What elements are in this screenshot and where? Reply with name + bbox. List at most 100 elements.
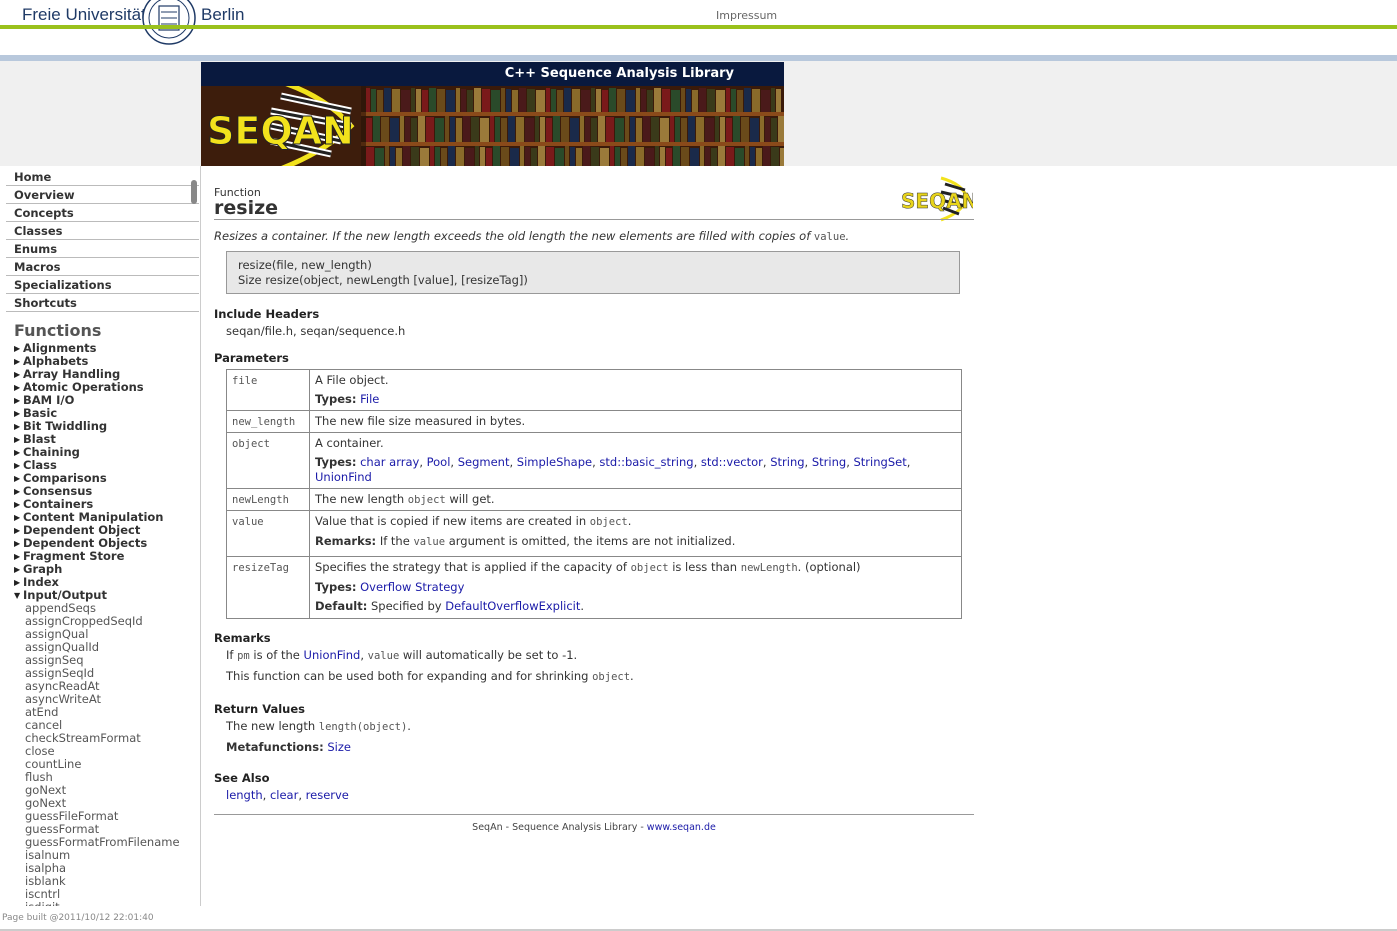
- remark-text: .: [630, 669, 634, 683]
- category-label: Input/Output: [23, 588, 107, 602]
- functions-heading: Functions: [14, 321, 102, 340]
- table-row: resizeTag Specifies the strategy that is…: [226, 556, 962, 619]
- desc-suffix: will get.: [445, 492, 495, 506]
- university-name[interactable]: Freie Universität: [22, 5, 146, 25]
- expand-triangle-icon[interactable]: ▶: [14, 472, 23, 485]
- expand-triangle-icon[interactable]: ▶: [14, 576, 23, 589]
- nav-shortcuts[interactable]: Shortcuts: [6, 294, 199, 312]
- category-label: Alphabets: [23, 354, 89, 368]
- param-desc-text: Value that is copied if new items are cr…: [315, 514, 956, 530]
- types-label: Types:: [315, 580, 357, 594]
- nav-home[interactable]: Home: [6, 168, 199, 186]
- collapse-triangle-icon[interactable]: ▼: [14, 589, 23, 602]
- table-row: value Value that is copied if new items …: [226, 510, 962, 557]
- type-link[interactable]: Overflow Strategy: [360, 580, 464, 594]
- see-also-heading: See Also: [214, 771, 270, 785]
- type-link[interactable]: UnionFind: [315, 470, 372, 484]
- nav-enums[interactable]: Enums: [6, 240, 199, 258]
- param-desc-text: Specifies the strategy that is applied i…: [315, 560, 956, 576]
- category-label: Chaining: [23, 445, 80, 459]
- signature-line: resize(file, new_length): [238, 258, 372, 272]
- table-row: new_length The new file size measured in…: [226, 410, 962, 433]
- expand-triangle-icon[interactable]: ▶: [14, 446, 23, 459]
- sidebar-scrollbar[interactable]: [191, 180, 197, 204]
- see-also-links: length, clear, reserve: [226, 788, 349, 802]
- expand-triangle-icon[interactable]: ▶: [14, 485, 23, 498]
- expand-triangle-icon[interactable]: ▶: [14, 563, 23, 576]
- expand-triangle-icon[interactable]: ▶: [14, 407, 23, 420]
- expand-triangle-icon[interactable]: ▶: [14, 524, 23, 537]
- sidebar-nav: Home Overview Concepts Classes Enums Mac…: [0, 168, 199, 312]
- expand-triangle-icon[interactable]: ▶: [14, 342, 23, 355]
- type-link[interactable]: Pool: [427, 455, 451, 469]
- category-label: Dependent Objects: [23, 536, 148, 550]
- expand-triangle-icon[interactable]: ▶: [14, 459, 23, 472]
- expand-triangle-icon[interactable]: ▶: [14, 537, 23, 550]
- param-default: Default: Specified by DefaultOverflowExp…: [315, 599, 956, 614]
- university-seal-icon[interactable]: [139, 0, 199, 46]
- nav-overview[interactable]: Overview: [6, 186, 199, 204]
- expand-triangle-icon[interactable]: ▶: [14, 368, 23, 381]
- function-link[interactable]: isdigit: [14, 901, 180, 907]
- expand-triangle-icon[interactable]: ▶: [14, 394, 23, 407]
- default-link[interactable]: DefaultOverflowExplicit: [445, 599, 580, 613]
- nav-concepts[interactable]: Concepts: [6, 204, 199, 222]
- function-category-list: ▶ Alignments ▶ Alphabets ▶ Array Handling ▶ Ato…: [14, 342, 180, 907]
- impressum-link[interactable]: Impressum: [716, 9, 777, 22]
- banner-logo-text: SEQAN: [207, 109, 354, 153]
- type-link[interactable]: std::vector: [701, 455, 763, 469]
- category-label: Containers: [23, 497, 94, 511]
- bookshelf-banner-image: SEQAN: [201, 86, 784, 166]
- param-name: file: [226, 369, 310, 411]
- desc-suffix: .: [627, 514, 632, 528]
- type-link[interactable]: Segment: [458, 455, 510, 469]
- nav-classes[interactable]: Classes: [6, 222, 199, 240]
- type-link[interactable]: String: [770, 455, 804, 469]
- param-name: value: [226, 510, 310, 557]
- parameters-table: file A File object. Types: File new_leng…: [226, 369, 962, 619]
- expand-triangle-icon[interactable]: ▶: [14, 511, 23, 524]
- nav-specializations[interactable]: Specializations: [6, 276, 199, 294]
- type-link[interactable]: StringSet: [854, 455, 907, 469]
- type-link[interactable]: File: [360, 392, 379, 406]
- metafunction-link[interactable]: Size: [327, 740, 351, 754]
- category-label: Content Manipulation: [23, 510, 164, 524]
- metafunctions-label: Metafunctions:: [226, 740, 324, 754]
- unionfind-link[interactable]: UnionFind: [304, 648, 361, 662]
- expand-triangle-icon[interactable]: ▶: [14, 420, 23, 433]
- desc-code: object: [589, 516, 628, 528]
- see-also-link[interactable]: clear: [270, 788, 298, 802]
- param-types: Types: File: [315, 392, 956, 407]
- remark-text: If: [226, 648, 238, 662]
- footer-divider: [214, 814, 974, 815]
- footer-link[interactable]: www.seqan.de: [647, 822, 716, 833]
- remarks-heading: Remarks: [214, 631, 271, 645]
- page-title: resize: [214, 197, 279, 219]
- type-link[interactable]: std::basic_string: [599, 455, 693, 469]
- include-headers-heading: Include Headers: [214, 307, 320, 321]
- type-link[interactable]: char array: [360, 455, 419, 469]
- type-link[interactable]: SimpleShape: [517, 455, 592, 469]
- function-summary: Resizes a container. If the new length e…: [214, 229, 849, 243]
- nav-macros[interactable]: Macros: [6, 258, 199, 276]
- type-link[interactable]: String: [812, 455, 846, 469]
- param-desc: A File object. Types: File: [309, 369, 962, 411]
- expand-triangle-icon[interactable]: ▶: [14, 355, 23, 368]
- expand-triangle-icon[interactable]: ▶: [14, 433, 23, 446]
- see-also-link[interactable]: reserve: [306, 788, 349, 802]
- expand-triangle-icon[interactable]: ▶: [14, 381, 23, 394]
- expand-triangle-icon[interactable]: ▶: [14, 550, 23, 563]
- summary-suffix: .: [845, 229, 850, 243]
- header-divider: [0, 25, 1397, 29]
- desc-mid: is less than: [668, 560, 741, 574]
- university-city[interactable]: Berlin: [201, 5, 244, 25]
- see-also-link[interactable]: length: [226, 788, 263, 802]
- category-label: BAM I/O: [23, 393, 75, 407]
- sidebar: Home Overview Concepts Classes Enums Mac…: [0, 166, 201, 906]
- remarks-text: This function can be used both for expan…: [226, 669, 634, 683]
- return-values-heading: Return Values: [214, 702, 306, 716]
- default-text: Specified by: [367, 599, 446, 613]
- expand-triangle-icon[interactable]: ▶: [14, 498, 23, 511]
- desc-code: object: [407, 494, 446, 506]
- table-row: file A File object. Types: File: [226, 369, 962, 411]
